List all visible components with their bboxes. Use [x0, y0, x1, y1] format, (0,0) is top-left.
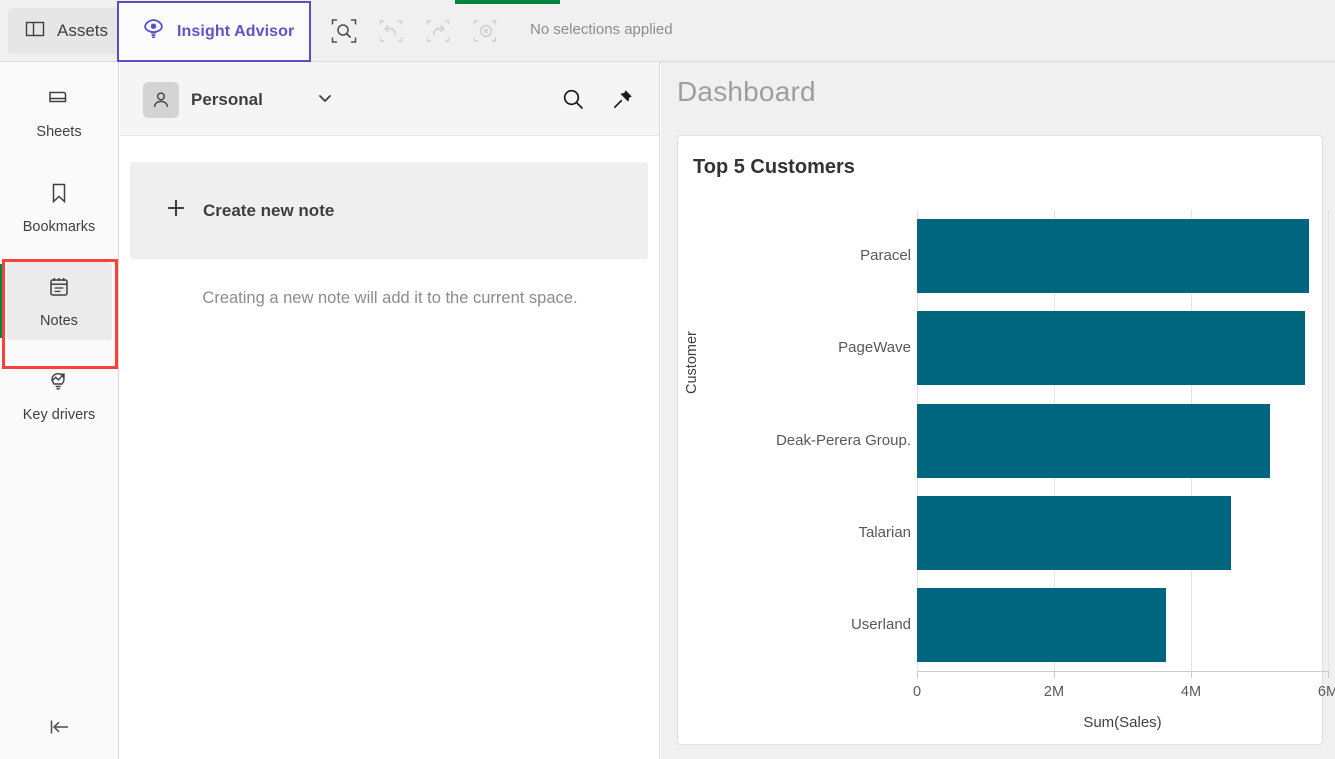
dashboard-area: Dashboard Top 5 Customers Customer Parac…: [661, 62, 1335, 759]
create-new-note-button[interactable]: Create new note: [130, 162, 648, 259]
category-label: Userland: [850, 615, 911, 633]
x-axis-title: Sum(Sales): [1083, 714, 1162, 731]
collapse-rail-button[interactable]: [0, 695, 119, 759]
bar[interactable]: [917, 587, 1166, 662]
bookmark-icon: [46, 180, 72, 211]
notes-pin-button[interactable]: [611, 87, 635, 116]
redo-icon: [426, 20, 450, 42]
assets-button-label: Assets: [57, 21, 109, 40]
x-tick-label: 0: [912, 684, 922, 700]
sidebar-item-label: Key drivers: [22, 406, 96, 423]
sidebar-item-sheets[interactable]: Sheets: [7, 73, 112, 151]
plus-icon: [165, 197, 187, 224]
selection-search-icon: [331, 19, 357, 43]
insight-advisor-tab-label: Insight Advisor: [177, 22, 295, 40]
assets-button[interactable]: Assets: [8, 8, 125, 54]
bar[interactable]: [917, 495, 1231, 570]
bar-row[interactable]: Talarian: [678, 495, 1324, 570]
notes-owner-selector[interactable]: Personal: [143, 82, 263, 118]
sheets-icon: [46, 85, 72, 116]
notes-search-button[interactable]: [559, 85, 587, 118]
category-label: Talarian: [858, 523, 911, 541]
key-drivers-bulb-arrow-icon: [46, 368, 72, 399]
bar[interactable]: [917, 311, 1305, 386]
person-avatar-icon: [143, 82, 179, 118]
x-tick: [1054, 671, 1055, 678]
bar[interactable]: [917, 219, 1309, 294]
sidebar-item-label: Notes: [40, 312, 78, 329]
selection-search-button[interactable]: [326, 13, 362, 49]
chevron-down-icon: [319, 95, 331, 102]
redo-button[interactable]: [420, 13, 456, 49]
loading-progress-fill: [455, 0, 560, 4]
bar-row[interactable]: PageWave: [678, 311, 1324, 386]
insight-advisor-tab[interactable]: Insight Advisor: [117, 1, 311, 62]
sidebar-item-label: Sheets: [36, 123, 82, 140]
create-new-note-label: Create new note: [203, 200, 335, 220]
page-title: Dashboard: [677, 76, 816, 107]
qlik-app-window: Assets Insight Advisor No selections app…: [0, 0, 1335, 759]
chart-card[interactable]: Top 5 Customers Customer Paracel PageWave…: [677, 135, 1335, 746]
chart-title: Top 5 Customers: [693, 156, 855, 178]
sidebar-item-label: Bookmarks: [22, 218, 96, 235]
x-tick: [917, 671, 918, 678]
gridline: [1328, 210, 1329, 671]
sidebar-item-key-drivers[interactable]: Key drivers: [7, 356, 112, 434]
loading-progress-bar: [0, 0, 1335, 4]
top-toolbar: Assets Insight Advisor No selections app…: [0, 0, 1335, 62]
x-tick-label: 6M: [1317, 684, 1335, 700]
notes-owner-dropdown-button[interactable]: [316, 91, 334, 110]
panel-layout-icon: [24, 18, 46, 45]
undo-button[interactable]: [373, 13, 409, 49]
notes-calendar-icon: [46, 274, 72, 305]
bar-row[interactable]: Paracel: [678, 219, 1324, 294]
bar-row[interactable]: Deak-Perera Group.: [678, 403, 1324, 478]
clear-selections-button[interactable]: [467, 13, 503, 49]
x-tick-label: 2M: [1043, 684, 1065, 700]
x-tick: [1328, 671, 1329, 678]
notes-empty-hint: Creating a new note will add it to the c…: [202, 289, 578, 307]
x-tick-label: 4M: [1180, 684, 1202, 700]
category-label: Paracel: [860, 247, 911, 265]
x-tick: [1191, 671, 1192, 678]
category-label: PageWave: [838, 339, 911, 357]
notes-panel: Personal Create new note Creating a new …: [120, 62, 660, 759]
sidebar-item-bookmarks[interactable]: Bookmarks: [7, 168, 112, 246]
notes-panel-header: Personal: [120, 62, 659, 136]
collapse-left-icon: [50, 720, 68, 734]
notes-owner-label: Personal: [191, 90, 263, 109]
left-nav-rail: Sheets Bookmarks Notes Key drivers: [0, 62, 119, 759]
sidebar-item-notes[interactable]: Notes: [0, 262, 112, 340]
pin-icon: [613, 90, 632, 109]
selection-status-text: No selections applied: [530, 21, 673, 38]
x-axis-line: [917, 671, 1328, 672]
undo-icon: [379, 20, 403, 42]
clear-selections-icon: [473, 20, 497, 42]
bar-row[interactable]: Userland: [678, 587, 1324, 662]
top-5-customers-bar-chart[interactable]: Customer Paracel PageWave Deak-Perera Grou…: [678, 198, 1335, 746]
selection-toolbar: [326, 13, 503, 49]
category-label: Deak-Perera Group.: [775, 431, 911, 449]
insight-advisor-eye-bulb-icon: [141, 17, 166, 47]
search-icon: [563, 89, 583, 109]
bar[interactable]: [917, 403, 1271, 478]
